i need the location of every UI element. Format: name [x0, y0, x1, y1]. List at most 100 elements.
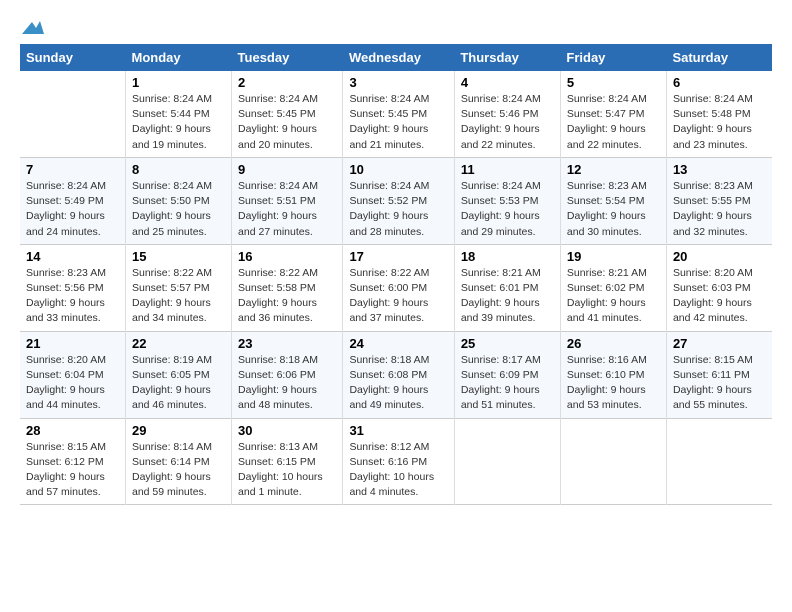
calendar-cell: 16Sunrise: 8:22 AMSunset: 5:58 PMDayligh… — [232, 244, 343, 331]
calendar-cell: 6 Sunrise: 8:24 AMSunset: 5:48 PMDaylight… — [666, 71, 772, 157]
day-number: 23 — [238, 336, 336, 351]
day-number: 1 — [132, 75, 225, 90]
day-info: Sunrise: 8:24 AMSunset: 5:48 PMDaylight:… — [673, 92, 766, 153]
calendar-cell: 2Sunrise: 8:24 AMSunset: 5:45 PMDaylight… — [232, 71, 343, 157]
calendar-cell: 28 Sunrise: 8:15 AMSunset: 6:12 PMDayligh… — [20, 418, 125, 505]
calendar-cell: 10 Sunrise: 8:24 AMSunset: 5:52 PMDayligh… — [343, 157, 454, 244]
day-info: Sunrise: 8:21 AMSunset: 6:01 PMDaylight:… — [461, 266, 554, 327]
calendar-cell: 14 Sunrise: 8:23 AMSunset: 5:56 PMDayligh… — [20, 244, 125, 331]
calendar-cell — [20, 71, 125, 157]
calendar-week-row: 28 Sunrise: 8:15 AMSunset: 6:12 PMDayligh… — [20, 418, 772, 505]
calendar-cell: 5 Sunrise: 8:24 AMSunset: 5:47 PMDaylight… — [560, 71, 666, 157]
day-number: 29 — [132, 423, 225, 438]
day-info: Sunrise: 8:24 AMSunset: 5:45 PMDaylight:… — [238, 92, 336, 153]
day-info: Sunrise: 8:23 AMSunset: 5:54 PMDaylight:… — [567, 179, 660, 240]
day-info: Sunrise: 8:18 AMSunset: 6:06 PMDaylight:… — [238, 353, 336, 414]
calendar-body: 1Sunrise: 8:24 AMSunset: 5:44 PMDaylight… — [20, 71, 772, 505]
weekday-header-saturday: Saturday — [666, 44, 772, 71]
calendar-cell: 22 Sunrise: 8:19 AMSunset: 6:05 PMDayligh… — [125, 331, 231, 418]
weekday-header-tuesday: Tuesday — [232, 44, 343, 71]
day-number: 7 — [26, 162, 119, 177]
day-number: 12 — [567, 162, 660, 177]
calendar-cell: 11Sunrise: 8:24 AMSunset: 5:53 PMDayligh… — [454, 157, 560, 244]
logo — [20, 20, 44, 34]
calendar-cell: 9Sunrise: 8:24 AMSunset: 5:51 PMDaylight… — [232, 157, 343, 244]
day-number: 17 — [349, 249, 447, 264]
day-number: 25 — [461, 336, 554, 351]
day-info: Sunrise: 8:24 AMSunset: 5:52 PMDaylight:… — [349, 179, 447, 240]
calendar-cell: 7 Sunrise: 8:24 AMSunset: 5:49 PMDaylight… — [20, 157, 125, 244]
calendar-cell: 26 Sunrise: 8:16 AMSunset: 6:10 PMDayligh… — [560, 331, 666, 418]
day-number: 14 — [26, 249, 119, 264]
day-info: Sunrise: 8:14 AMSunset: 6:14 PMDaylight:… — [132, 440, 225, 501]
day-info: Sunrise: 8:19 AMSunset: 6:05 PMDaylight:… — [132, 353, 225, 414]
calendar-week-row: 21 Sunrise: 8:20 AMSunset: 6:04 PMDayligh… — [20, 331, 772, 418]
calendar-cell: 27 Sunrise: 8:15 AMSunset: 6:11 PMDayligh… — [666, 331, 772, 418]
calendar-cell: 18 Sunrise: 8:21 AMSunset: 6:01 PMDayligh… — [454, 244, 560, 331]
day-number: 3 — [349, 75, 447, 90]
day-number: 30 — [238, 423, 336, 438]
day-number: 9 — [238, 162, 336, 177]
calendar-cell: 8 Sunrise: 8:24 AMSunset: 5:50 PMDaylight… — [125, 157, 231, 244]
day-info: Sunrise: 8:22 AMSunset: 5:57 PMDaylight:… — [132, 266, 225, 327]
day-number: 19 — [567, 249, 660, 264]
day-number: 10 — [349, 162, 447, 177]
day-number: 20 — [673, 249, 766, 264]
day-number: 21 — [26, 336, 119, 351]
calendar-cell: 20 Sunrise: 8:20 AMSunset: 6:03 PMDayligh… — [666, 244, 772, 331]
calendar-cell: 31Sunrise: 8:12 AMSunset: 6:16 PMDayligh… — [343, 418, 454, 505]
day-info: Sunrise: 8:24 AMSunset: 5:46 PMDaylight:… — [461, 92, 554, 153]
day-number: 16 — [238, 249, 336, 264]
page-header — [20, 20, 772, 34]
calendar-cell: 21 Sunrise: 8:20 AMSunset: 6:04 PMDayligh… — [20, 331, 125, 418]
day-info: Sunrise: 8:20 AMSunset: 6:03 PMDaylight:… — [673, 266, 766, 327]
calendar-cell — [560, 418, 666, 505]
logo-bird-icon — [22, 20, 44, 36]
day-info: Sunrise: 8:23 AMSunset: 5:55 PMDaylight:… — [673, 179, 766, 240]
calendar-cell — [454, 418, 560, 505]
day-number: 18 — [461, 249, 554, 264]
day-number: 22 — [132, 336, 225, 351]
weekday-header-friday: Friday — [560, 44, 666, 71]
calendar-week-row: 14 Sunrise: 8:23 AMSunset: 5:56 PMDayligh… — [20, 244, 772, 331]
calendar-cell: 12 Sunrise: 8:23 AMSunset: 5:54 PMDayligh… — [560, 157, 666, 244]
day-info: Sunrise: 8:16 AMSunset: 6:10 PMDaylight:… — [567, 353, 660, 414]
day-number: 4 — [461, 75, 554, 90]
calendar-cell: 13 Sunrise: 8:23 AMSunset: 5:55 PMDayligh… — [666, 157, 772, 244]
day-info: Sunrise: 8:24 AMSunset: 5:49 PMDaylight:… — [26, 179, 119, 240]
weekday-header-sunday: Sunday — [20, 44, 125, 71]
calendar-week-row: 7 Sunrise: 8:24 AMSunset: 5:49 PMDaylight… — [20, 157, 772, 244]
day-info: Sunrise: 8:20 AMSunset: 6:04 PMDaylight:… — [26, 353, 119, 414]
day-info: Sunrise: 8:24 AMSunset: 5:50 PMDaylight:… — [132, 179, 225, 240]
day-info: Sunrise: 8:15 AMSunset: 6:12 PMDaylight:… — [26, 440, 119, 501]
calendar-cell: 23 Sunrise: 8:18 AMSunset: 6:06 PMDayligh… — [232, 331, 343, 418]
day-number: 15 — [132, 249, 225, 264]
day-info: Sunrise: 8:22 AMSunset: 6:00 PMDaylight:… — [349, 266, 447, 327]
day-info: Sunrise: 8:24 AMSunset: 5:47 PMDaylight:… — [567, 92, 660, 153]
day-number: 5 — [567, 75, 660, 90]
day-number: 28 — [26, 423, 119, 438]
calendar-cell: 30 Sunrise: 8:13 AMSunset: 6:15 PMDayligh… — [232, 418, 343, 505]
calendar-week-row: 1Sunrise: 8:24 AMSunset: 5:44 PMDaylight… — [20, 71, 772, 157]
weekday-header-wednesday: Wednesday — [343, 44, 454, 71]
day-info: Sunrise: 8:15 AMSunset: 6:11 PMDaylight:… — [673, 353, 766, 414]
day-info: Sunrise: 8:24 AMSunset: 5:45 PMDaylight:… — [349, 92, 447, 153]
day-info: Sunrise: 8:18 AMSunset: 6:08 PMDaylight:… — [349, 353, 447, 414]
day-info: Sunrise: 8:21 AMSunset: 6:02 PMDaylight:… — [567, 266, 660, 327]
calendar-cell: 4 Sunrise: 8:24 AMSunset: 5:46 PMDaylight… — [454, 71, 560, 157]
calendar-cell: 19 Sunrise: 8:21 AMSunset: 6:02 PMDayligh… — [560, 244, 666, 331]
day-number: 11 — [461, 162, 554, 177]
day-number: 8 — [132, 162, 225, 177]
day-number: 31 — [349, 423, 447, 438]
calendar-cell: 25Sunrise: 8:17 AMSunset: 6:09 PMDayligh… — [454, 331, 560, 418]
weekday-header-monday: Monday — [125, 44, 231, 71]
day-number: 27 — [673, 336, 766, 351]
day-info: Sunrise: 8:13 AMSunset: 6:15 PMDaylight:… — [238, 440, 336, 501]
calendar-table: SundayMondayTuesdayWednesdayThursdayFrid… — [20, 44, 772, 505]
calendar-cell: 24Sunrise: 8:18 AMSunset: 6:08 PMDayligh… — [343, 331, 454, 418]
calendar-cell: 17 Sunrise: 8:22 AMSunset: 6:00 PMDayligh… — [343, 244, 454, 331]
day-number: 6 — [673, 75, 766, 90]
day-number: 13 — [673, 162, 766, 177]
day-number: 26 — [567, 336, 660, 351]
day-info: Sunrise: 8:23 AMSunset: 5:56 PMDaylight:… — [26, 266, 119, 327]
